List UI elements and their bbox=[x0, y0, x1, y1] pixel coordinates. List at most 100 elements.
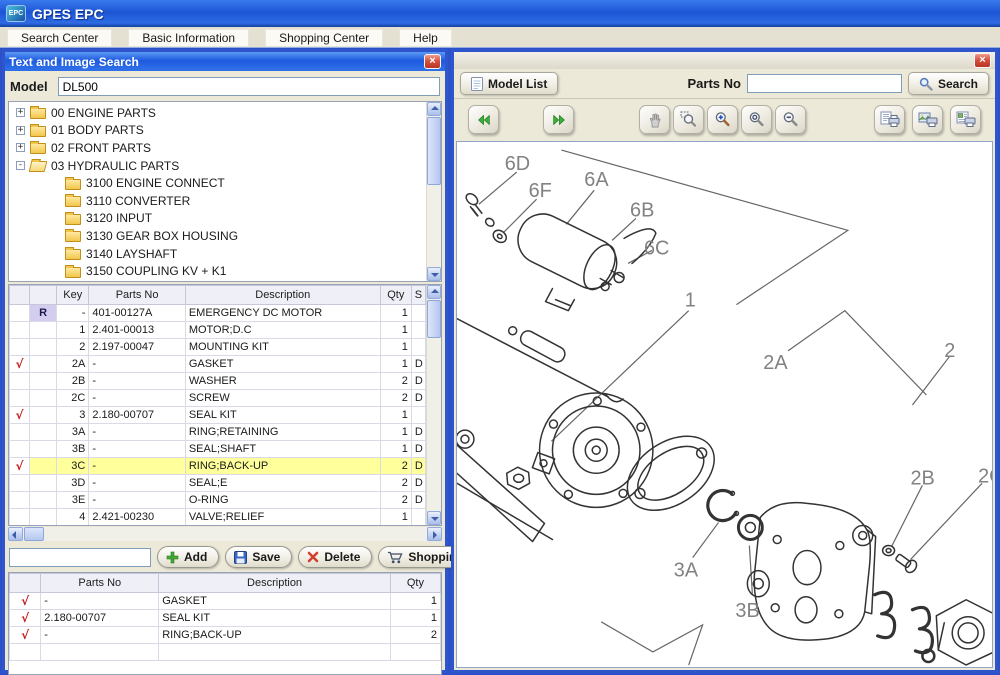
parts-table-row[interactable]: 3E - O-RING 2 D bbox=[10, 492, 426, 509]
model-list-button[interactable]: Model List bbox=[460, 72, 558, 95]
tree-item[interactable]: - 03 HYDRAULIC PARTS bbox=[9, 157, 425, 175]
parts-diagram[interactable]: 6D 6F 6A 6B 6C 1 2A 2 2B 2C 3A 3B bbox=[456, 141, 993, 668]
description-cell: GASKET bbox=[185, 356, 380, 373]
selected-check[interactable] bbox=[10, 509, 30, 526]
tree-expander-icon[interactable]: - bbox=[16, 161, 25, 170]
menu-item[interactable]: Basic Information bbox=[128, 29, 249, 47]
column-header[interactable] bbox=[10, 574, 41, 593]
selected-check[interactable] bbox=[10, 373, 30, 390]
zoom-window-button[interactable] bbox=[673, 105, 704, 134]
close-icon[interactable]: × bbox=[424, 54, 441, 69]
parts-table-row[interactable]: R - 401-00127A EMERGENCY DC MOTOR 1 bbox=[10, 305, 426, 322]
cart-table-row[interactable]: √ - GASKET 1 bbox=[10, 593, 441, 610]
column-header[interactable]: S bbox=[411, 286, 425, 305]
scroll-up-icon[interactable] bbox=[427, 102, 441, 116]
cart-table-row[interactable] bbox=[10, 644, 441, 661]
zoom-actual-button[interactable] bbox=[741, 105, 772, 134]
tree-expander-icon[interactable]: + bbox=[16, 143, 25, 152]
column-header[interactable]: Qty bbox=[380, 286, 411, 305]
menu-item[interactable]: Shopping Center bbox=[265, 29, 383, 47]
tree-expander-icon[interactable]: + bbox=[16, 126, 25, 135]
selected-check[interactable] bbox=[10, 492, 30, 509]
selected-check[interactable]: √ bbox=[10, 610, 41, 627]
column-header[interactable] bbox=[10, 286, 30, 305]
next-page-button[interactable] bbox=[543, 105, 574, 134]
parts-table-row[interactable]: 3D - SEAL;E 2 D bbox=[10, 475, 426, 492]
column-header[interactable]: Description bbox=[185, 286, 380, 305]
column-header[interactable]: Key bbox=[57, 286, 89, 305]
selected-check[interactable]: √ bbox=[10, 356, 30, 373]
scroll-left-icon[interactable] bbox=[8, 527, 23, 541]
column-header[interactable]: Parts No bbox=[41, 574, 159, 593]
zoom-out-button[interactable] bbox=[775, 105, 806, 134]
zoom-in-button[interactable] bbox=[707, 105, 738, 134]
parts-table-hscrollbar[interactable] bbox=[8, 527, 442, 541]
print-list-button[interactable] bbox=[874, 105, 905, 134]
print-all-button[interactable] bbox=[950, 105, 981, 134]
parts-table-row[interactable]: 3B - SEAL;SHAFT 1 D bbox=[10, 441, 426, 458]
cart-table-row[interactable]: √ - RING;BACK-UP 2 bbox=[10, 627, 441, 644]
selected-check[interactable] bbox=[10, 644, 41, 661]
tree-item[interactable]: 3150 COUPLING KV + K1 bbox=[9, 262, 425, 280]
add-button[interactable]: Add bbox=[157, 546, 219, 568]
save-button[interactable]: Save bbox=[225, 546, 292, 568]
tree-item[interactable]: + 02 FRONT PARTS bbox=[9, 139, 425, 157]
model-input[interactable] bbox=[58, 77, 440, 96]
parts-table-row[interactable]: 2B - WASHER 2 D bbox=[10, 373, 426, 390]
parts-table-scrollbar[interactable] bbox=[426, 285, 441, 525]
parts-table-row[interactable]: 2 2.197-00047 MOUNTING KIT 1 bbox=[10, 339, 426, 356]
menu-item[interactable]: Search Center bbox=[7, 29, 112, 47]
parts-table-row[interactable]: 3A - RING;RETAINING 1 D bbox=[10, 424, 426, 441]
scroll-up-icon[interactable] bbox=[427, 285, 441, 299]
parts-table-row[interactable]: 2C - SCREW 2 D bbox=[10, 390, 426, 407]
scroll-right-icon[interactable] bbox=[427, 527, 442, 541]
delete-button[interactable]: Delete bbox=[298, 546, 372, 568]
parts-table-row[interactable]: √ 2A - GASKET 1 D bbox=[10, 356, 426, 373]
search-button[interactable]: Search bbox=[908, 72, 989, 95]
parts-scroll-thumb[interactable] bbox=[427, 300, 441, 338]
scroll-down-icon[interactable] bbox=[427, 267, 441, 281]
selected-check[interactable] bbox=[10, 475, 30, 492]
selected-check[interactable]: √ bbox=[10, 627, 41, 644]
tree-item[interactable]: 3110 CONVERTER bbox=[9, 192, 425, 210]
selected-check[interactable] bbox=[10, 441, 30, 458]
parts-table-row[interactable]: √ 3C - RING;BACK-UP 2 D bbox=[10, 458, 426, 475]
tree-item[interactable]: 3140 LAYSHAFT bbox=[9, 245, 425, 263]
tree-item[interactable]: 3120 INPUT bbox=[9, 210, 425, 228]
quantity-input[interactable] bbox=[9, 548, 151, 567]
selected-check[interactable] bbox=[10, 339, 30, 356]
selected-check[interactable] bbox=[10, 424, 30, 441]
menu-item[interactable]: Help bbox=[399, 29, 452, 47]
scroll-down-icon[interactable] bbox=[427, 511, 441, 525]
parts-table-row[interactable]: 4 2.421-00230 VALVE;RELIEF 1 bbox=[10, 509, 426, 526]
selected-check[interactable]: √ bbox=[10, 593, 41, 610]
right-window-titlebar: × bbox=[454, 52, 995, 69]
previous-page-button[interactable] bbox=[468, 105, 499, 134]
column-header[interactable]: Description bbox=[159, 574, 391, 593]
selected-check[interactable]: √ bbox=[10, 407, 30, 424]
column-header[interactable]: Qty bbox=[390, 574, 440, 593]
selected-check[interactable] bbox=[10, 322, 30, 339]
print-image-button[interactable] bbox=[912, 105, 943, 134]
parts-table-row[interactable]: 1 2.401-00013 MOTOR;D.C 1 bbox=[10, 322, 426, 339]
selected-check[interactable] bbox=[10, 305, 30, 322]
column-header[interactable] bbox=[30, 286, 57, 305]
cart-table-row[interactable]: √ 2.180-00707 SEAL KIT 1 bbox=[10, 610, 441, 627]
tree-item[interactable]: + 01 BODY PARTS bbox=[9, 122, 425, 140]
tree-scroll-thumb[interactable] bbox=[427, 117, 441, 185]
parts-table: KeyParts NoDescriptionQtyS R - 401-00127… bbox=[8, 284, 442, 526]
parts-no-input[interactable] bbox=[747, 74, 902, 93]
tree-expander-icon[interactable]: + bbox=[16, 108, 25, 117]
parts-table-row[interactable]: √ 3 2.180-00707 SEAL KIT 1 bbox=[10, 407, 426, 424]
tree-item[interactable]: 3100 ENGINE CONNECT bbox=[9, 174, 425, 192]
selected-check[interactable]: √ bbox=[10, 458, 30, 475]
column-header[interactable]: Parts No bbox=[89, 286, 185, 305]
callout-label: 2A bbox=[763, 352, 788, 374]
tree-scrollbar[interactable] bbox=[426, 102, 441, 281]
tree-item[interactable]: + 00 ENGINE PARTS bbox=[9, 104, 425, 122]
close-icon[interactable]: × bbox=[974, 53, 991, 68]
pan-tool-button[interactable] bbox=[639, 105, 670, 134]
selected-check[interactable] bbox=[10, 390, 30, 407]
tree-item[interactable]: 3130 GEAR BOX HOUSING bbox=[9, 227, 425, 245]
hscroll-thumb[interactable] bbox=[24, 527, 44, 541]
